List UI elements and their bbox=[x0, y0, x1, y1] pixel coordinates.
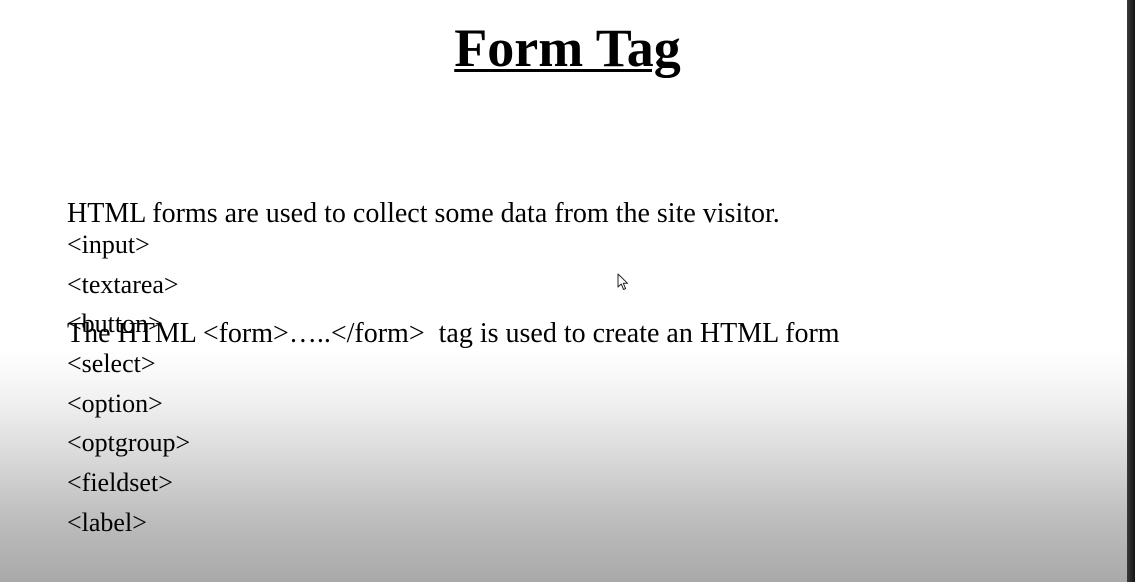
tag-list-item: <select> bbox=[67, 349, 156, 379]
tag-list-item: <fieldset> bbox=[67, 468, 173, 498]
form-tag-list: <input> <textarea> <button> <select> <op… bbox=[67, 225, 190, 543]
mouse-pointer-icon bbox=[617, 273, 629, 290]
tag-list-item: <label> bbox=[67, 507, 147, 537]
presentation-slide: Form Tag HTML forms are used to collect … bbox=[0, 0, 1127, 582]
tag-list-item: <optgroup> bbox=[67, 428, 191, 458]
tag-list-item: <input> bbox=[67, 230, 150, 259]
slide-title: Form Tag bbox=[454, 18, 681, 78]
tag-list-item: <textarea> bbox=[67, 269, 179, 299]
tag-list-item: <button> bbox=[67, 309, 163, 339]
window-edge bbox=[1127, 0, 1135, 582]
tag-list-item: <option> bbox=[67, 388, 163, 418]
